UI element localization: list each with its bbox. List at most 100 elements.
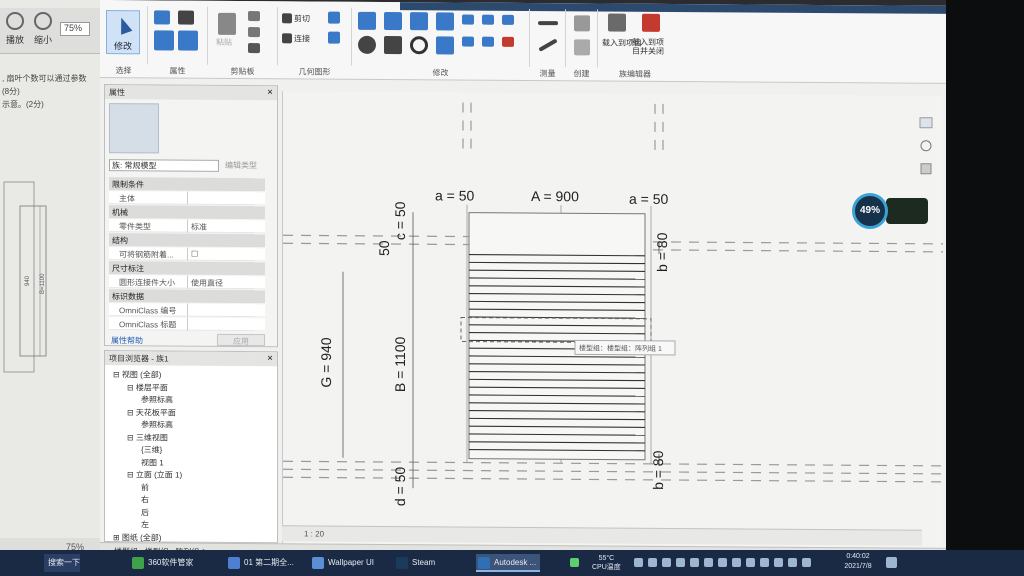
property-row[interactable]: 主体 <box>109 191 265 206</box>
properties-help-link[interactable]: 属性帮助 <box>111 335 143 346</box>
property-category[interactable]: 结构 <box>109 233 265 248</box>
mirror-draw-icon[interactable] <box>436 12 454 31</box>
unpin-icon[interactable] <box>482 36 494 47</box>
browser-tree-item[interactable]: ⊟ 立面 (立面 1) <box>127 469 182 480</box>
property-value[interactable]: ☐ <box>187 247 261 262</box>
property-category[interactable]: 机械 <box>109 205 265 220</box>
type-properties-icon[interactable] <box>178 30 198 51</box>
taskbar-app[interactable]: Wallpaper UI <box>310 554 374 572</box>
search-box[interactable]: 搜索一下 <box>44 554 80 572</box>
browser-tree-item[interactable]: 左 <box>141 519 149 530</box>
edit-type-button[interactable]: 编辑类型 <box>225 160 257 171</box>
scale-icon[interactable] <box>462 36 474 47</box>
offset-icon[interactable] <box>384 11 402 31</box>
dim-G[interactable]: G = 940 <box>318 337 334 388</box>
paste-icon[interactable] <box>218 12 236 35</box>
move-icon[interactable] <box>358 35 376 54</box>
browser-tree-item[interactable]: 前 <box>141 482 149 493</box>
wall-join-icon[interactable] <box>328 31 340 44</box>
steering-wheel-icon[interactable] <box>920 140 932 152</box>
split-icon[interactable] <box>462 14 474 25</box>
property-category[interactable]: 标识数据 <box>109 289 265 304</box>
pin-icon[interactable] <box>482 14 494 25</box>
family-types-icon[interactable] <box>154 10 170 25</box>
taskbar-app[interactable]: 01 第二期全... <box>226 554 294 572</box>
zoom-field[interactable]: 75% <box>60 22 90 36</box>
tray-app-icon[interactable] <box>704 558 713 567</box>
play-button[interactable]: 播放 <box>2 12 28 46</box>
copy-element-icon[interactable] <box>384 35 402 55</box>
tray-app-icon[interactable] <box>732 558 741 567</box>
join-geometry-icon[interactable] <box>282 33 292 44</box>
browser-tree-item[interactable]: 参照标高 <box>141 419 173 430</box>
match-icon[interactable] <box>248 43 260 54</box>
property-category[interactable]: 限制条件 <box>109 177 265 192</box>
properties-icon[interactable] <box>154 30 174 51</box>
join-dropdown-icon[interactable] <box>328 11 340 24</box>
clock[interactable]: 0:40:02 2021/7/8 <box>836 552 880 572</box>
browser-tree-item[interactable]: {三维} <box>141 444 162 455</box>
zoom-out-button[interactable]: 缩小 <box>30 12 56 46</box>
cut-geometry-icon[interactable] <box>282 13 292 24</box>
property-row[interactable]: 可将钢筋附着... ☐ <box>109 247 265 262</box>
dim-b-top[interactable]: b = 80 <box>654 232 670 272</box>
rotate-icon[interactable] <box>410 36 428 55</box>
create-similar-icon[interactable] <box>574 39 590 56</box>
drawing-canvas[interactable]: 楼型组：楼型组：阵列组 1 a = 50 A = 900 a = 50 c = … <box>282 91 943 548</box>
tray-app-icon[interactable] <box>788 558 797 567</box>
browser-tree-item[interactable]: 后 <box>141 507 149 518</box>
align-icon[interactable] <box>358 11 376 30</box>
close-icon[interactable]: × <box>267 87 273 98</box>
cut-icon[interactable] <box>248 11 260 22</box>
delete-icon[interactable] <box>502 36 514 47</box>
property-category[interactable]: 尺寸标注 <box>109 261 265 276</box>
volume-icon[interactable] <box>760 558 769 567</box>
create-group-icon[interactable] <box>574 15 590 32</box>
taskbar-app[interactable]: 360软件管家 <box>130 554 193 572</box>
property-value[interactable] <box>187 303 261 318</box>
taskbar-app[interactable]: Autodesk ... <box>476 554 541 572</box>
load-project-icon[interactable] <box>608 13 626 32</box>
dim-d-bottom[interactable]: d = 50 <box>392 467 408 507</box>
copy-icon[interactable] <box>248 27 260 38</box>
notification-icon[interactable] <box>886 557 897 568</box>
tray-app-icon[interactable] <box>676 558 685 567</box>
tray-app-icon[interactable] <box>634 558 643 567</box>
tray-app-icon[interactable] <box>662 558 671 567</box>
view-scale[interactable]: 1 : 20 <box>304 529 324 538</box>
tray-app-icon[interactable] <box>802 558 811 567</box>
dim-d-top[interactable]: 50 <box>376 240 392 256</box>
tray-app-icon[interactable] <box>648 558 657 567</box>
browser-tree-item[interactable]: 视图 1 <box>141 457 164 468</box>
browser-tree-item[interactable]: ⊟ 楼层平面 <box>127 382 168 393</box>
tray-app-icon[interactable] <box>718 558 727 567</box>
mirror-axis-icon[interactable] <box>410 12 428 31</box>
modify-button[interactable]: 修改 <box>106 10 140 55</box>
array-icon[interactable] <box>502 14 514 25</box>
dim-B[interactable]: B = 1100 <box>392 336 408 392</box>
property-value[interactable] <box>187 191 261 206</box>
tray-app-icon[interactable] <box>690 558 699 567</box>
browser-tree-item[interactable]: 参照标高 <box>141 394 173 405</box>
ime-icon[interactable] <box>774 558 783 567</box>
category-icon[interactable] <box>178 10 194 25</box>
zoom-icon[interactable] <box>920 163 932 175</box>
type-selector[interactable]: 族: 常规模型 <box>109 159 219 172</box>
dim-a-left[interactable]: a = 50 <box>435 187 475 203</box>
load-close-label[interactable]: 载入到项目并关闭 <box>632 38 670 56</box>
network-icon[interactable] <box>746 558 755 567</box>
property-row[interactable]: 零件类型 标准 <box>109 219 265 234</box>
apply-button[interactable]: 应用 <box>217 333 265 347</box>
load-close-icon[interactable] <box>642 13 660 32</box>
property-value[interactable]: 标准 <box>187 219 261 234</box>
browser-tree-item[interactable]: ⊟ 天花板平面 <box>127 407 176 418</box>
property-row[interactable]: OmniClass 标题 <box>109 317 265 332</box>
dim-b-bottom[interactable]: b = 80 <box>650 450 666 490</box>
close-icon[interactable]: × <box>267 353 273 364</box>
navigation-bar[interactable] <box>918 116 936 196</box>
measure-icon[interactable] <box>538 21 558 26</box>
cpu-usage-widget[interactable]: 49% <box>852 193 928 229</box>
browser-tree-item[interactable]: 右 <box>141 494 149 505</box>
cpu-temp-indicator[interactable]: 55°C CPU温度 <box>592 554 621 572</box>
dim-c-top[interactable]: c = 50 <box>392 201 408 240</box>
